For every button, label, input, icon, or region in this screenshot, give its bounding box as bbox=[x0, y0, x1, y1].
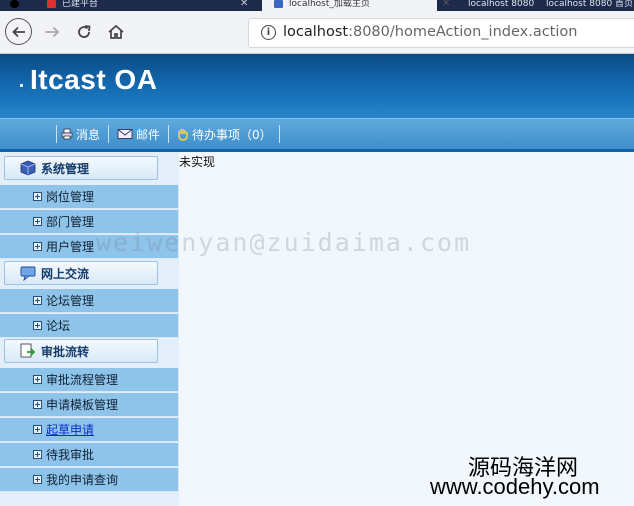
home-icon bbox=[108, 24, 124, 39]
circle-icon bbox=[10, 0, 19, 8]
browser-tab-4[interactable]: localhost 8080 首页 bbox=[546, 0, 634, 11]
expand-plus-icon bbox=[33, 192, 42, 201]
back-button[interactable] bbox=[5, 18, 32, 45]
toolbar-mail[interactable]: 邮件 bbox=[117, 126, 160, 142]
sidebar-item-positions[interactable]: 岗位管理 bbox=[0, 185, 179, 209]
browser-nav-bar: i localhost:8080/homeAction_index.action bbox=[0, 11, 634, 54]
email-watermark: weiwenyan@zuidaima.com bbox=[96, 228, 472, 257]
expand-plus-icon bbox=[33, 296, 42, 305]
hand-icon bbox=[178, 129, 188, 141]
sidebar-group-title: 网上交流 bbox=[41, 266, 90, 281]
sidebar-item-forum[interactable]: 论坛 bbox=[0, 314, 179, 338]
cube-icon bbox=[20, 160, 36, 176]
expand-plus-icon bbox=[33, 375, 42, 384]
site-watermark-url: www.codehy.com bbox=[430, 474, 600, 499]
sidebar-group-title: 系统管理 bbox=[41, 161, 90, 176]
browser-tab-label: 已建平台 bbox=[62, 0, 99, 9]
browser-tab-label: localhost 8080 首页 bbox=[468, 0, 538, 9]
expand-plus-icon bbox=[33, 450, 42, 459]
sidebar-item-label: 岗位管理 bbox=[46, 190, 95, 204]
browser-tab-strip: 已建平台 ✕ localhost_加载主页 ✕ localhost 8080 首… bbox=[0, 0, 634, 11]
tab-close-icon[interactable]: ✕ bbox=[240, 0, 248, 9]
expand-plus-icon bbox=[33, 321, 42, 330]
sidebar-item-label: 论坛管理 bbox=[46, 294, 95, 308]
browser-tab-3[interactable]: localhost 8080 首页 bbox=[468, 0, 538, 11]
sidebar-item-label: 论坛 bbox=[46, 319, 71, 333]
toolbar-divider bbox=[168, 125, 169, 143]
sidebar-item-template-admin[interactable]: 申请模板管理 bbox=[0, 393, 179, 417]
browser-tab-label: localhost 8080 首页 bbox=[546, 0, 634, 9]
expand-plus-icon bbox=[33, 425, 42, 434]
reload-icon bbox=[78, 25, 91, 38]
arrow-right-icon bbox=[45, 26, 60, 38]
sidebar-item-label: 审批流程管理 bbox=[46, 373, 119, 387]
expand-plus-icon bbox=[33, 475, 42, 484]
toolbar-todo-label: 待办事项（0） bbox=[192, 127, 272, 142]
sidebar-item-label: 部门管理 bbox=[46, 215, 95, 229]
not-implemented-message: 未实现 bbox=[179, 155, 216, 169]
toolbar-todo[interactable]: 待办事项（0） bbox=[176, 126, 272, 142]
app-header: Itcast OA bbox=[0, 54, 634, 118]
browser-tab-2[interactable]: localhost_加载主页 bbox=[262, 0, 437, 11]
url-path: :8080/homeAction_index.action bbox=[348, 24, 578, 40]
expand-plus-icon bbox=[33, 242, 42, 251]
url-bar[interactable]: i localhost:8080/homeAction_index.action bbox=[248, 18, 634, 48]
toolbar-divider bbox=[108, 125, 109, 143]
sidebar-group-approval[interactable]: 审批流转 bbox=[4, 339, 158, 363]
sidebar-group-online[interactable]: 网上交流 bbox=[4, 261, 158, 285]
toolbar-messages[interactable]: 消息 bbox=[61, 126, 100, 142]
sidebar-item-label[interactable]: 起草申请 bbox=[46, 421, 94, 438]
sidebar-group-system[interactable]: 系统管理 bbox=[4, 156, 158, 180]
toolbar-divider bbox=[279, 125, 280, 143]
printer-icon bbox=[61, 128, 73, 140]
sidebar: 系统管理 岗位管理 部门管理 用户管理 网上交流 论坛管理 论坛 审批流转 审批… bbox=[0, 152, 179, 506]
toolbar-messages-label: 消息 bbox=[76, 127, 101, 142]
sidebar-item-process-admin[interactable]: 审批流程管理 bbox=[0, 368, 179, 392]
favicon-icon bbox=[47, 0, 56, 8]
document-arrow-icon bbox=[20, 343, 36, 358]
sidebar-item-label: 待我审批 bbox=[46, 448, 95, 462]
logo-dot bbox=[20, 84, 23, 87]
sidebar-group-title: 审批流转 bbox=[41, 344, 90, 359]
info-icon[interactable]: i bbox=[261, 25, 276, 40]
toolbar-mail-label: 邮件 bbox=[136, 127, 161, 142]
sidebar-item-label: 我的申请查询 bbox=[46, 473, 119, 487]
home-button[interactable] bbox=[103, 19, 129, 45]
sidebar-item-label: 用户管理 bbox=[46, 240, 95, 254]
expand-plus-icon bbox=[33, 400, 42, 409]
expand-plus-icon bbox=[33, 217, 42, 226]
sidebar-item-draft-application[interactable]: 起草申请 bbox=[0, 418, 179, 442]
sidebar-item-pending-approval[interactable]: 待我审批 bbox=[0, 443, 179, 467]
url-host: localhost bbox=[283, 24, 349, 40]
favicon-icon bbox=[274, 0, 283, 8]
browser-tab-label: localhost_加载主页 bbox=[289, 0, 370, 9]
sidebar-item-label: 申请模板管理 bbox=[46, 398, 119, 412]
chat-monitor-icon bbox=[20, 266, 36, 281]
toolbar-divider bbox=[56, 125, 57, 143]
browser-tab-1[interactable]: 已建平台 bbox=[10, 0, 190, 11]
sidebar-item-forum-admin[interactable]: 论坛管理 bbox=[0, 289, 179, 313]
tab-close-icon[interactable]: ✕ bbox=[442, 0, 450, 9]
app-title: Itcast OA bbox=[30, 64, 158, 95]
mail-icon bbox=[117, 129, 133, 139]
top-toolbar: 消息 邮件 待办事项（0） bbox=[0, 118, 634, 152]
forward-button[interactable] bbox=[39, 19, 65, 45]
reload-button[interactable] bbox=[71, 19, 97, 45]
sidebar-item-my-applications[interactable]: 我的申请查询 bbox=[0, 468, 179, 492]
url-text: localhost:8080/homeAction_index.action bbox=[283, 24, 577, 40]
arrow-left-icon bbox=[11, 26, 25, 37]
